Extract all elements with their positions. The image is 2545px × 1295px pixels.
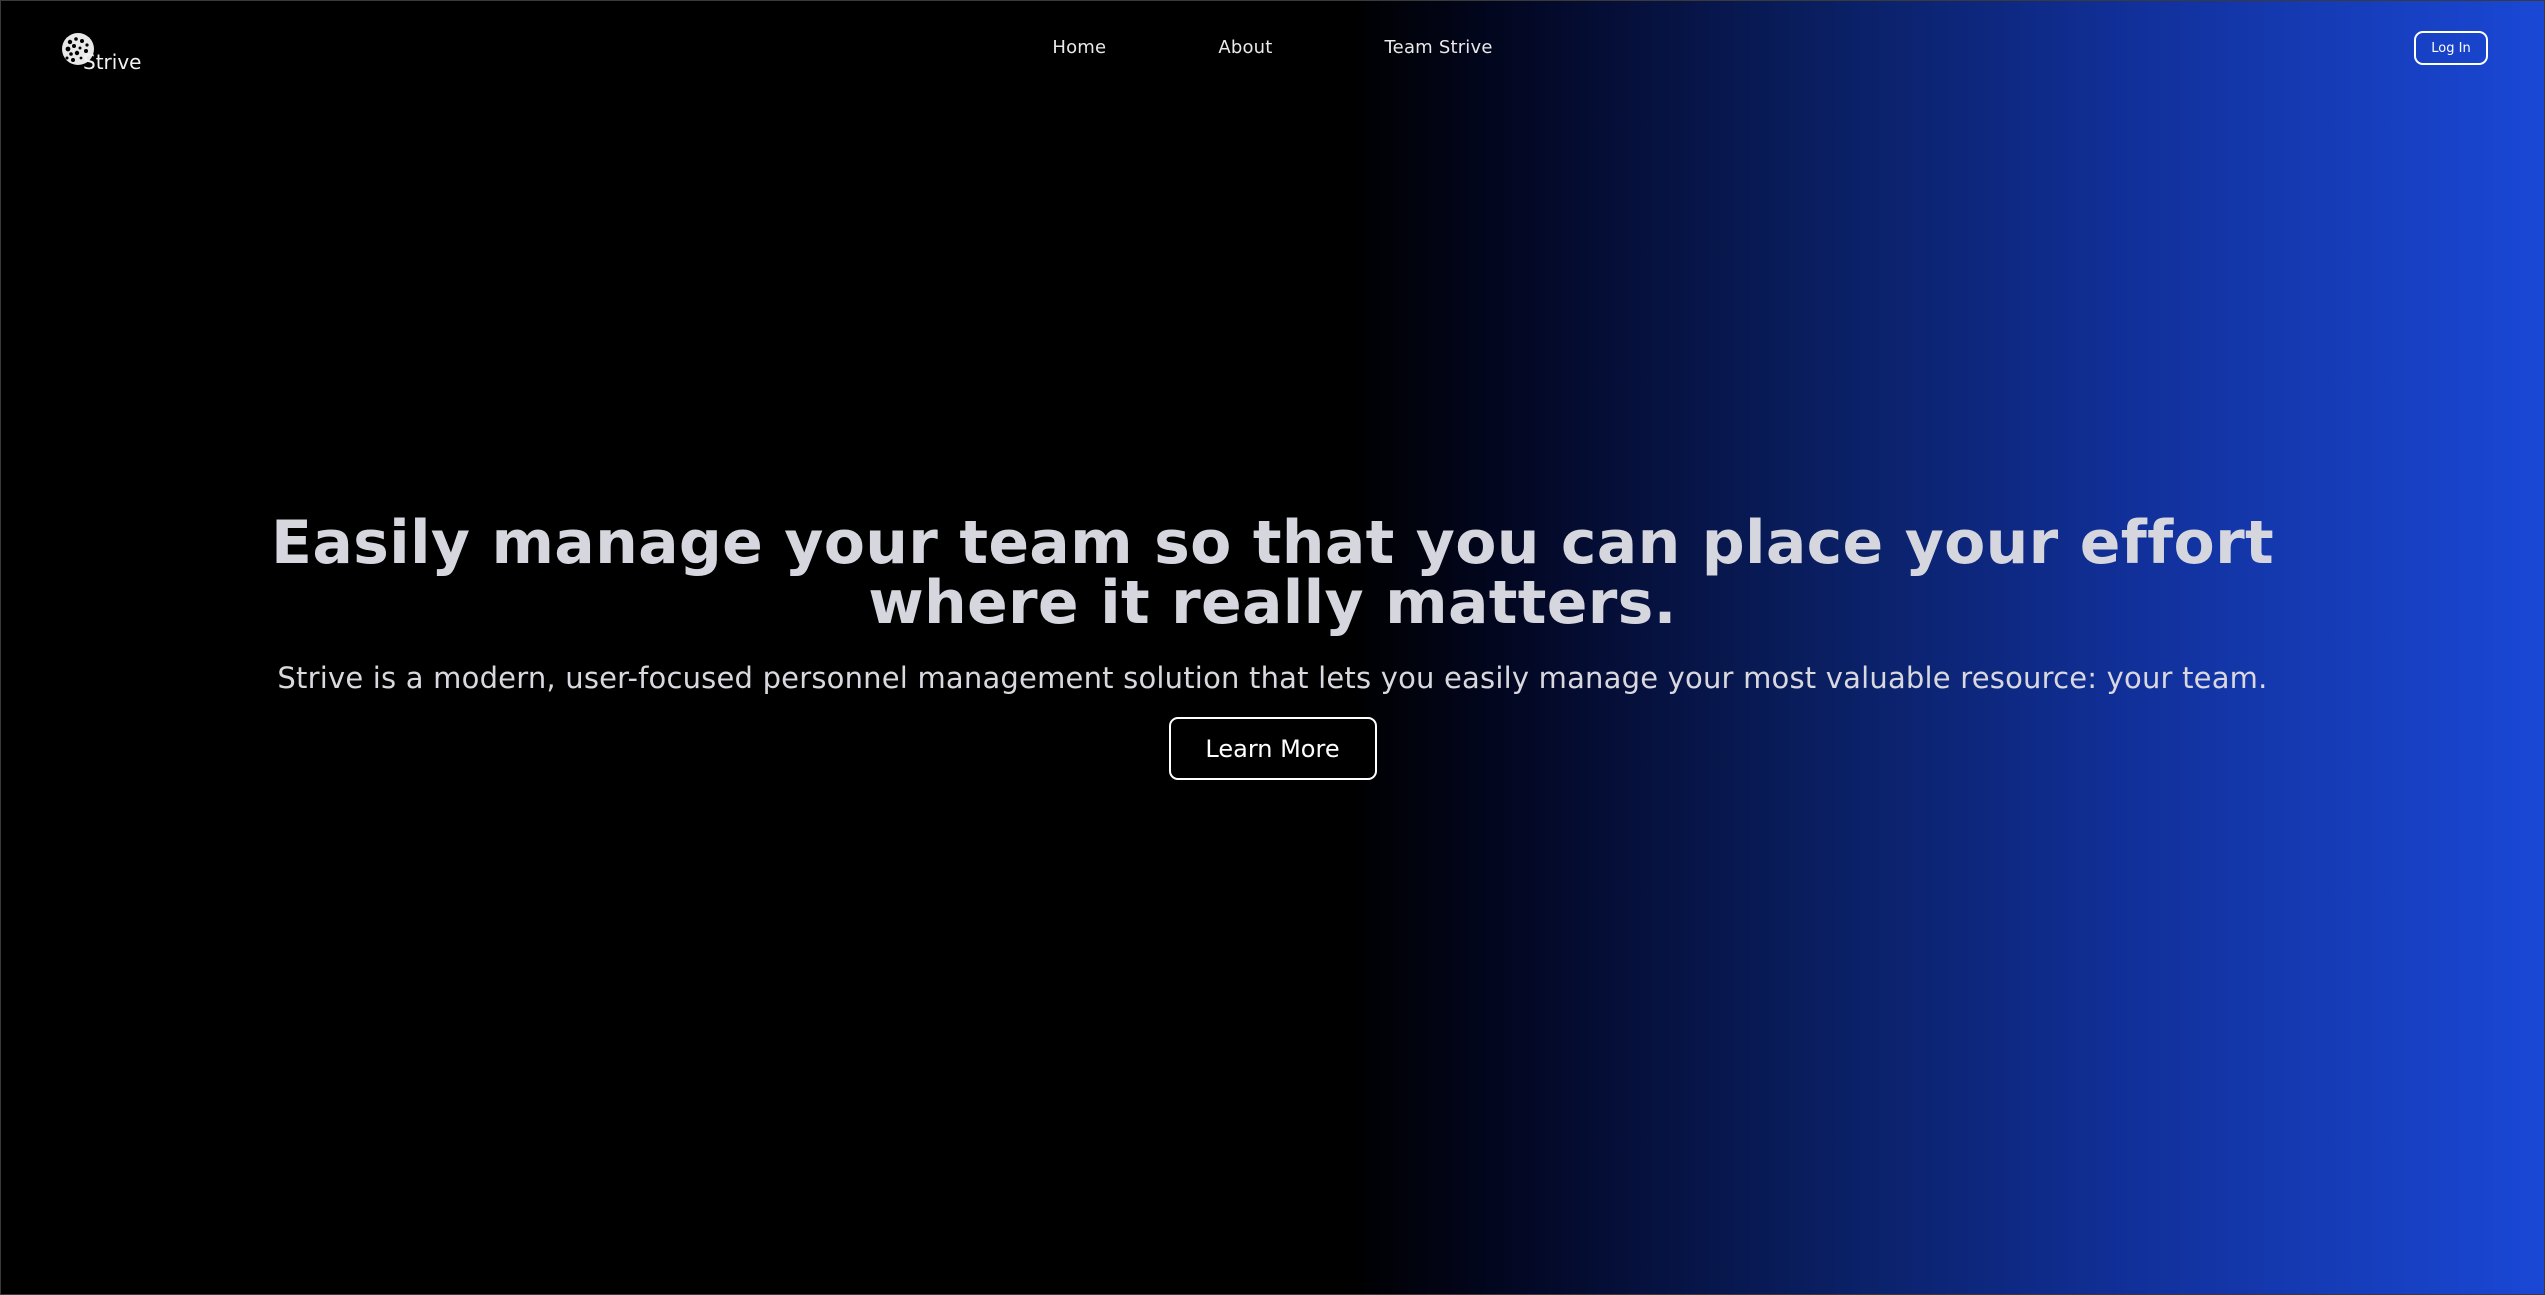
nav-home[interactable]: Home — [1052, 37, 1106, 58]
hero-section: Easily manage your team so that you can … — [1, 513, 2544, 780]
logo[interactable]: Strive — [61, 32, 141, 72]
login-button[interactable]: Log In — [2414, 31, 2488, 65]
main-nav: Home About Team Strive — [1, 37, 2544, 58]
logo-text: Strive — [83, 50, 142, 74]
landing-page: Strive Home About Team Strive Log In Eas… — [0, 0, 2545, 1295]
hero-title: Easily manage your team so that you can … — [271, 508, 2274, 638]
hero-subtitle: Strive is a modern, user-focused personn… — [277, 661, 2268, 695]
nav-about[interactable]: About — [1218, 37, 1272, 58]
nav-team-strive[interactable]: Team Strive — [1385, 37, 1493, 58]
learn-more-button[interactable]: Learn More — [1168, 717, 1377, 780]
